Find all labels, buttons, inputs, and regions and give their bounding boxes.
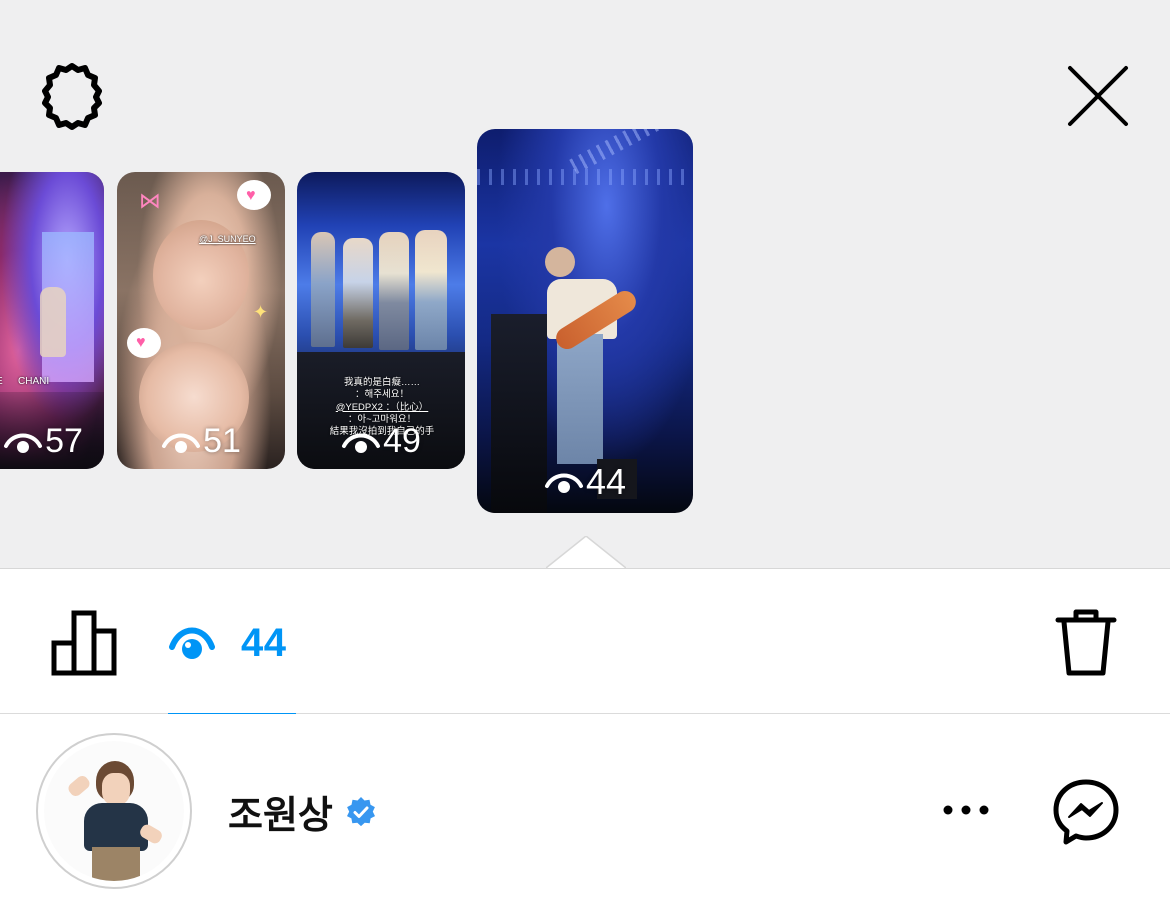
view-count: 49 <box>297 422 465 461</box>
performer-head <box>545 247 575 277</box>
bow-sticker: ⋈ <box>139 188 161 213</box>
view-count: 44 <box>477 461 693 503</box>
performer-figure <box>379 232 409 350</box>
eye-icon <box>169 627 215 659</box>
eye-icon <box>162 433 201 453</box>
eye-icon <box>4 433 43 453</box>
gear-icon <box>42 63 102 130</box>
close-button[interactable] <box>1062 60 1134 132</box>
story-toolbar: 44 <box>0 568 1170 715</box>
performer-figure <box>343 238 373 348</box>
message-button[interactable] <box>1050 776 1122 848</box>
view-count: 51 <box>117 422 285 461</box>
view-count: 57 <box>0 422 104 461</box>
viewer-username[interactable]: 조원상 <box>228 784 377 839</box>
eye-icon <box>544 473 583 493</box>
sparkle-sticker: ✦ <box>253 302 269 322</box>
selection-pointer <box>546 536 626 569</box>
performer-figure <box>40 287 66 357</box>
verified-badge-icon <box>346 796 375 826</box>
story-archive-header: E CHANI 57 ♥ ♥ ⋈ ✦ @J_SUNYEO 51 我真的是白癡…… <box>0 0 1170 569</box>
story-thumbnail[interactable]: E CHANI 57 <box>0 172 104 469</box>
story-thumbnail[interactable]: 我真的是白癡…… ：해주세요！ @YEDPX2 ：（比心） ：아~고마워요！ 結… <box>297 172 465 469</box>
tab-viewers[interactable]: 44 <box>168 599 296 715</box>
story-thumbnail-selected[interactable]: 44 <box>477 129 693 513</box>
story-thumbnail[interactable]: ♥ ♥ ⋈ ✦ @J_SUNYEO 51 <box>117 172 285 469</box>
viewers-count: 44 <box>241 621 287 665</box>
more-options-button[interactable] <box>930 790 1002 830</box>
settings-button[interactable] <box>36 60 108 132</box>
more-dots-icon <box>943 805 989 815</box>
insights-button[interactable] <box>46 607 122 679</box>
avatar-face <box>102 773 130 805</box>
avatar-body <box>84 803 148 851</box>
performer-jeans <box>557 334 603 464</box>
story-overlay-text: CHANI <box>18 376 50 387</box>
username-text: 조원상 <box>228 795 333 837</box>
avatar-hand <box>66 773 92 799</box>
story-overlay-text: @J_SUNYEO <box>199 234 256 244</box>
performer-figure <box>311 232 335 347</box>
delete-button[interactable] <box>1050 607 1122 679</box>
messenger-icon <box>1053 779 1119 845</box>
heart-icon: ♥ <box>136 334 146 351</box>
performer-figure <box>415 230 447 350</box>
trash-icon <box>1055 609 1117 676</box>
heart-icon: ♥ <box>246 187 256 204</box>
avatar-pants <box>92 847 140 881</box>
avatar-image <box>44 741 184 881</box>
story-overlay-text: E <box>0 375 3 388</box>
stage-truss <box>477 169 693 185</box>
avatar[interactable] <box>36 733 192 889</box>
viewer-list-item[interactable]: 조원상 <box>0 714 1170 902</box>
bar-chart-icon <box>51 610 117 676</box>
close-icon <box>1068 66 1128 126</box>
eye-icon <box>342 433 381 453</box>
